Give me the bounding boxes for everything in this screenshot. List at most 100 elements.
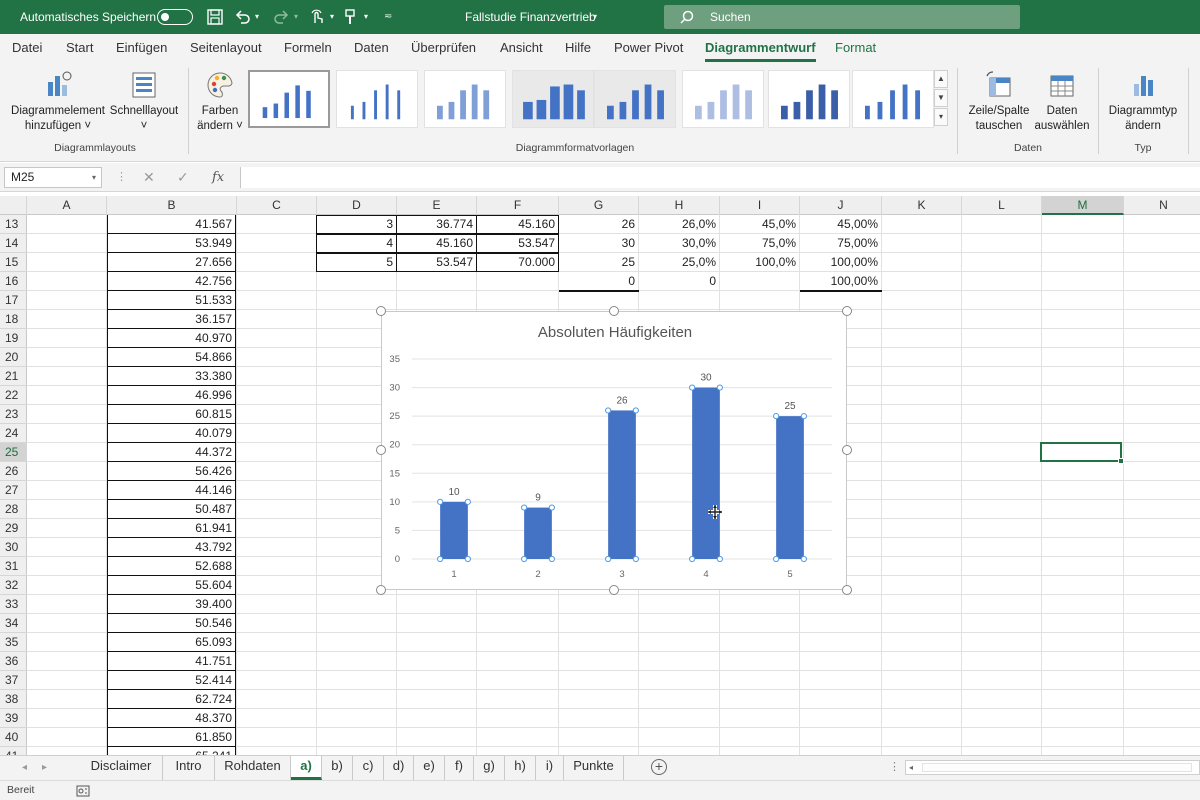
cancel-icon[interactable]: ✕ bbox=[143, 167, 155, 188]
cell-b-value[interactable]: 40.079 bbox=[107, 424, 236, 443]
autosave-toggle[interactable] bbox=[157, 9, 193, 25]
table-cell-i[interactable]: 45,0% bbox=[720, 215, 800, 234]
table-cell-f[interactable]: 70.000 bbox=[477, 253, 559, 272]
tab-power-pivot[interactable]: Power Pivot bbox=[614, 34, 683, 64]
table-cell-h[interactable]: 30,0% bbox=[639, 234, 720, 253]
search-box[interactable]: Suchen bbox=[664, 5, 1020, 29]
tab-datei[interactable]: Datei bbox=[12, 34, 42, 64]
tab-einfuegen[interactable]: Einfügen bbox=[116, 34, 167, 64]
bar-selection-handle[interactable] bbox=[773, 555, 780, 563]
cell-b-value[interactable]: 53.949 bbox=[107, 234, 236, 253]
column-header-d[interactable]: D bbox=[317, 196, 397, 215]
bar-selection-handle[interactable] bbox=[464, 555, 471, 563]
switch-row-column-button[interactable]: Zeile/Spalte tauschen bbox=[963, 70, 1035, 134]
cell-b-value[interactable]: 44.146 bbox=[107, 481, 236, 500]
insert-function-icon[interactable]: fx bbox=[212, 167, 224, 188]
row-header-26[interactable]: 26 bbox=[0, 462, 27, 481]
row-header-41[interactable]: 41 bbox=[0, 747, 27, 755]
bar-selection-handle[interactable] bbox=[605, 407, 612, 414]
table-cell-i[interactable]: 75,0% bbox=[720, 234, 800, 253]
data-label[interactable]: 30 bbox=[700, 373, 712, 384]
format-painter-icon[interactable] bbox=[342, 8, 360, 26]
tab-hilfe[interactable]: Hilfe bbox=[565, 34, 591, 64]
bar-selection-handle[interactable] bbox=[716, 555, 723, 563]
cell-b-value[interactable]: 27.656 bbox=[107, 253, 236, 272]
row-header-30[interactable]: 30 bbox=[0, 538, 27, 557]
row-header-21[interactable]: 21 bbox=[0, 367, 27, 386]
data-label[interactable]: 10 bbox=[448, 487, 460, 498]
data-label[interactable]: 25 bbox=[784, 401, 796, 412]
table-cell-h[interactable]: 25,0% bbox=[639, 253, 720, 272]
tab-ueberpruefen[interactable]: Überprüfen bbox=[411, 34, 476, 64]
data-label[interactable]: 9 bbox=[535, 493, 541, 504]
name-box-dropdown-icon[interactable]: ▾ bbox=[92, 168, 96, 187]
painter-dropdown-icon[interactable]: ▾ bbox=[364, 0, 368, 34]
scrollbar-thumb[interactable] bbox=[922, 763, 1192, 772]
cell-b-value[interactable]: 55.604 bbox=[107, 576, 236, 595]
table-cell-j[interactable]: 100,00% bbox=[800, 253, 882, 272]
cell-b-value[interactable]: 48.370 bbox=[107, 709, 236, 728]
row-header-31[interactable]: 31 bbox=[0, 557, 27, 576]
data-label[interactable]: 26 bbox=[616, 395, 628, 406]
row-header-24[interactable]: 24 bbox=[0, 424, 27, 443]
table-cell-d[interactable]: 3 bbox=[317, 215, 397, 234]
tab-seitenlayout[interactable]: Seitenlayout bbox=[190, 34, 262, 64]
undo-icon[interactable] bbox=[234, 8, 252, 26]
sheet-tab[interactable]: b) bbox=[322, 756, 353, 780]
chart-style-4[interactable] bbox=[512, 70, 594, 128]
cell-b-value[interactable]: 52.414 bbox=[107, 671, 236, 690]
sheet-tab[interactable]: Disclaimer bbox=[80, 756, 163, 780]
add-chart-element-button[interactable]: Diagrammelement hinzufügen ˅ bbox=[8, 70, 108, 134]
chart-styles-gallery[interactable] bbox=[248, 70, 934, 132]
cell-b-value[interactable]: 62.724 bbox=[107, 690, 236, 709]
bar-selection-handle[interactable] bbox=[521, 555, 528, 563]
chart-style-8[interactable] bbox=[852, 70, 934, 128]
sheet-tab[interactable]: h) bbox=[505, 756, 536, 780]
chart-style-1[interactable] bbox=[248, 70, 330, 128]
row-header-23[interactable]: 23 bbox=[0, 405, 27, 424]
table-cell-i[interactable]: 100,0% bbox=[720, 253, 800, 272]
tab-formeln[interactable]: Formeln bbox=[284, 34, 332, 64]
chart-style-3[interactable] bbox=[424, 70, 506, 128]
sheet-tab[interactable]: g) bbox=[474, 756, 505, 780]
row-header-28[interactable]: 28 bbox=[0, 500, 27, 519]
sheet-tab[interactable]: d) bbox=[384, 756, 414, 780]
next-sheet-icon[interactable]: ▸ bbox=[42, 756, 47, 779]
row-header-16[interactable]: 16 bbox=[0, 272, 27, 291]
bar-chart[interactable]: Absoluten Häufigkeiten 05101520253035 10… bbox=[382, 312, 848, 591]
cell-b-value[interactable]: 50.546 bbox=[107, 614, 236, 633]
select-all-corner[interactable] bbox=[0, 196, 27, 215]
column-header-c[interactable]: C bbox=[237, 196, 317, 215]
row-header-29[interactable]: 29 bbox=[0, 519, 27, 538]
column-header-l[interactable]: L bbox=[962, 196, 1042, 215]
tab-daten[interactable]: Daten bbox=[354, 34, 389, 64]
enter-icon[interactable]: ✓ bbox=[177, 167, 189, 188]
cell-b-value[interactable]: 65.093 bbox=[107, 633, 236, 652]
chart-title[interactable]: Absoluten Häufigkeiten bbox=[538, 324, 692, 341]
column-header-k[interactable]: K bbox=[882, 196, 962, 215]
row-header-17[interactable]: 17 bbox=[0, 291, 27, 310]
cell-b-value[interactable]: 44.372 bbox=[107, 443, 236, 462]
column-header-n[interactable]: N bbox=[1124, 196, 1200, 215]
column-header-a[interactable]: A bbox=[27, 196, 107, 215]
bar-selection-handle[interactable] bbox=[521, 504, 528, 511]
document-title[interactable]: Fallstudie Finanzvertrieb bbox=[465, 0, 596, 34]
chart-style-6[interactable] bbox=[682, 70, 764, 128]
sheet-tab[interactable]: e) bbox=[414, 756, 445, 780]
scroll-left-icon[interactable]: ◂ bbox=[909, 761, 913, 774]
column-header-b[interactable]: B bbox=[107, 196, 237, 215]
table-cell-f[interactable]: 53.547 bbox=[477, 234, 559, 253]
cell-b-value[interactable]: 61.850 bbox=[107, 728, 236, 747]
chart-resize-handle[interactable] bbox=[609, 306, 619, 316]
column-header-g[interactable]: G bbox=[559, 196, 639, 215]
sheet-tab[interactable]: Rohdaten bbox=[215, 756, 291, 780]
row-header-38[interactable]: 38 bbox=[0, 690, 27, 709]
chart-style-5[interactable] bbox=[594, 70, 676, 128]
sheet-tab[interactable]: a) bbox=[291, 756, 322, 780]
chart-resize-handle[interactable] bbox=[842, 585, 852, 595]
selected-cell-m25[interactable] bbox=[1040, 442, 1124, 464]
table-cell-g[interactable]: 25 bbox=[559, 253, 639, 272]
gallery-down-icon[interactable]: ▼ bbox=[934, 89, 948, 107]
row-header-19[interactable]: 19 bbox=[0, 329, 27, 348]
cell-b-value[interactable]: 65.241 bbox=[107, 747, 236, 755]
